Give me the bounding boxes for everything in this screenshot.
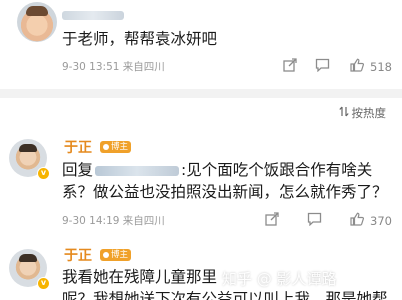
comment-text-line1: 我看她在残障儿童那里: [62, 268, 218, 286]
sort-bar: 按热度: [0, 98, 402, 128]
comment-text: 于老师，帮帮袁冰妍吧: [62, 30, 218, 48]
thumbs-up-icon[interactable]: [350, 58, 364, 77]
sort-by-heat-button[interactable]: 按热度: [338, 105, 387, 121]
reply-content: :见个面吃个饭跟合作有啥关: [181, 161, 373, 179]
comment-text-line2: 呢？我想她送下次有公益可以叫上我，那是她帮: [62, 290, 388, 300]
share-icon[interactable]: [265, 212, 279, 231]
author-tag-badge: 博主: [100, 141, 132, 153]
author-tag-badge: 博主: [100, 249, 132, 261]
comment-icon[interactable]: [315, 58, 330, 77]
sort-label: 按热度: [351, 106, 387, 120]
author-name[interactable]: 于正: [64, 137, 92, 157]
comment-meta: 9-30 13:51 来自四川: [62, 61, 165, 73]
like-count: 370: [370, 214, 392, 228]
verified-badge-icon: v: [37, 167, 50, 180]
sort-icon: [338, 106, 349, 120]
reply-prefix: 回复: [62, 161, 94, 179]
share-icon[interactable]: [283, 58, 297, 77]
comment-icon[interactable]: [307, 212, 322, 231]
watermark: 知乎 @ 影人谭路: [222, 270, 337, 288]
verified-badge-icon: v: [37, 277, 50, 290]
mentioned-user-link[interactable]: [95, 165, 180, 176]
redacted-username: [62, 11, 124, 20]
commenter-avatar[interactable]: [17, 2, 57, 42]
section-divider: [0, 89, 402, 98]
author-name[interactable]: 于正: [64, 245, 92, 265]
thumbs-up-icon[interactable]: [350, 212, 364, 231]
reply-text-line1: 回复 :见个面吃个饭跟合作有啥关: [62, 159, 372, 181]
comment-meta: 9-30 14:19 来自四川: [62, 215, 165, 227]
like-count: 518: [370, 60, 392, 74]
reply-text-line2: 系？做公益也没拍照没出新闻，怎么就作秀了？: [62, 183, 388, 201]
